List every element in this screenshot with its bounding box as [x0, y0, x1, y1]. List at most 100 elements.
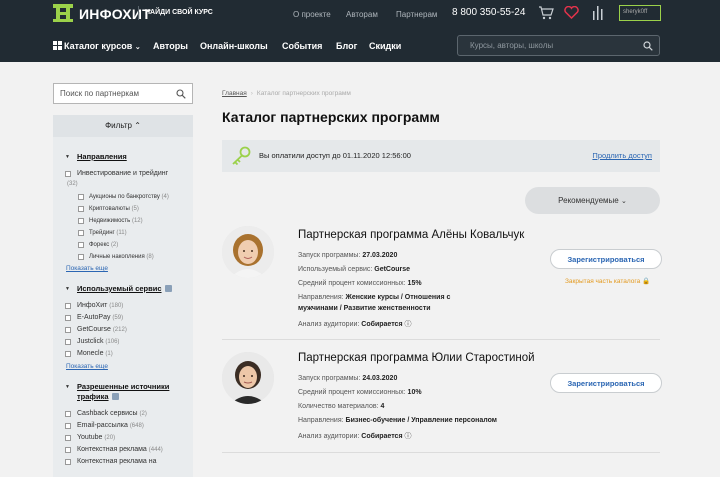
nav-catalog[interactable]: Каталог курсов ⌄ — [64, 41, 141, 51]
collapse-arrow-icon[interactable]: ▼ — [65, 286, 70, 292]
filter-services-label: Используемый сервис — [77, 284, 162, 293]
extend-access-link[interactable]: Продлить доступ — [592, 151, 652, 160]
filter-option[interactable]: E-AutoPay (59) — [77, 314, 123, 321]
checkbox[interactable] — [65, 171, 71, 177]
launch-date: 27.03.2020 — [362, 252, 398, 259]
filter-option[interactable]: Инвестирование и трейдинг — [77, 170, 168, 177]
checkbox[interactable] — [65, 435, 71, 441]
filter-option[interactable]: Контекстная реклама на — [77, 458, 157, 465]
logo-text[interactable]: ИНФОХИТ — [79, 6, 151, 22]
checkbox[interactable] — [65, 327, 71, 333]
checkbox[interactable] — [78, 230, 84, 236]
filter-option[interactable]: GetCourse (212) — [77, 326, 127, 333]
sort-label: Рекомендуемые — [558, 196, 619, 205]
checkbox[interactable] — [78, 242, 84, 248]
filter-option[interactable]: Youtube (20) — [77, 434, 115, 441]
checkbox[interactable] — [65, 423, 71, 429]
option-count: (59) — [112, 315, 124, 321]
checkbox[interactable] — [65, 351, 71, 357]
option-count: (2) — [139, 411, 147, 417]
service-label: Используемый сервис: — [298, 266, 373, 273]
checkbox[interactable] — [78, 206, 84, 212]
filter-option[interactable]: Email-рассылка (648) — [77, 422, 144, 429]
help-icon[interactable] — [164, 285, 172, 292]
checkbox[interactable] — [65, 315, 71, 321]
checkbox[interactable] — [78, 218, 84, 224]
option-count: (20) — [104, 435, 116, 441]
checkbox[interactable] — [78, 254, 84, 260]
nav-partners[interactable]: Партнерам — [396, 10, 437, 19]
breadcrumb-separator: › — [250, 90, 253, 97]
header-search-input[interactable]: Курсы, авторы, школы — [457, 35, 660, 56]
filter-option[interactable]: Контекстная реклама (444) — [77, 446, 163, 453]
sort-dropdown[interactable]: Рекомендуемые ⌄ — [525, 187, 660, 214]
launch-date: 24.03.2020 — [362, 375, 398, 382]
checkbox[interactable] — [78, 194, 84, 200]
filter-option[interactable]: Monecle (1) — [77, 350, 113, 357]
nav-authors-top[interactable]: Авторам — [346, 10, 378, 19]
audience-label: Анализ аудитории: — [298, 433, 360, 440]
register-button[interactable]: Зарегистрироваться — [550, 373, 662, 393]
avatar-photo — [222, 352, 274, 404]
filter-traffic-label: трафика — [77, 392, 109, 401]
option-label: E-AutoPay — [77, 314, 111, 321]
nav-events[interactable]: События — [282, 41, 322, 51]
favorites-heart-icon[interactable] — [564, 6, 579, 19]
stats-bars-icon[interactable] — [592, 5, 604, 20]
program-title[interactable]: Партнерская программа Юлии Старостиной — [298, 352, 535, 364]
checkbox[interactable] — [65, 303, 71, 309]
help-icon[interactable] — [111, 393, 119, 400]
option-label: Форекс — [89, 242, 110, 248]
avatar[interactable] — [222, 352, 274, 404]
show-more-link[interactable]: Показать еще — [66, 265, 108, 272]
register-button[interactable]: Зарегистрироваться — [550, 249, 662, 269]
option-count: (648) — [129, 423, 144, 429]
breadcrumb-home[interactable]: Главная — [222, 90, 247, 97]
top-header: ИНФОХИТ НАЙДИ СВОЙ КУРС О проекте Автора… — [0, 0, 720, 62]
show-more-link[interactable]: Показать еще — [66, 363, 108, 370]
filter-option[interactable]: Недвижимость (12) — [89, 218, 143, 224]
search-icon[interactable] — [176, 89, 186, 99]
checkbox[interactable] — [65, 339, 71, 345]
filter-option[interactable]: Аукционы по банкротству (4) — [89, 194, 169, 200]
filter-toggle[interactable]: Фильтр ⌃ — [53, 115, 193, 137]
info-icon[interactable]: ⓘ — [405, 321, 412, 328]
avatar[interactable] — [222, 226, 274, 278]
collapse-arrow-icon[interactable]: ▼ — [65, 384, 70, 390]
collapse-arrow-icon[interactable]: ▼ — [65, 154, 70, 160]
search-icon[interactable] — [643, 41, 653, 51]
nav-online-schools[interactable]: Онлайн-школы — [200, 41, 268, 51]
program-title[interactable]: Партнерская программа Алёны Ковальчук — [298, 229, 524, 241]
logo-icon[interactable] — [53, 4, 73, 22]
filter-option[interactable]: Cashback сервисы (2) — [77, 410, 147, 417]
cart-icon[interactable] — [538, 6, 554, 20]
phone-number[interactable]: 8 800 350-55-24 — [452, 7, 525, 18]
option-label: Криптовалюты — [89, 206, 130, 212]
info-icon[interactable]: ⓘ — [405, 433, 412, 440]
option-count: (180) — [109, 303, 124, 309]
filter-option[interactable]: Личные накопления (8) — [89, 254, 154, 260]
partner-search-input[interactable]: Поиск по партнеркам — [53, 83, 193, 104]
filter-services-title[interactable]: Используемый сервис — [77, 284, 172, 293]
filter-traffic-title[interactable]: Разрешенные источники — [77, 382, 169, 391]
nav-about[interactable]: О проекте — [293, 10, 331, 19]
filter-label: Фильтр — [105, 121, 132, 130]
nav-blog[interactable]: Блог — [336, 41, 357, 51]
filter-option[interactable]: Justclick (106) — [77, 338, 119, 345]
checkbox[interactable] — [65, 459, 71, 465]
launch-label: Запуск программы: — [298, 375, 361, 382]
filter-option[interactable]: Трейдинг (11) — [89, 230, 127, 236]
user-account-button[interactable]: sheryk0ff — [619, 5, 661, 21]
filter-option[interactable]: Форекс (2) — [89, 242, 118, 248]
nav-authors[interactable]: Авторы — [153, 41, 188, 51]
filter-directions-title[interactable]: Направления — [77, 152, 127, 161]
filter-traffic-title-cont[interactable]: трафика — [77, 392, 119, 401]
filter-option[interactable]: Криптовалюты (5) — [89, 206, 139, 212]
page-title: Каталог партнерских программ — [222, 109, 440, 125]
filter-option[interactable]: ИнфоХит (180) — [77, 302, 123, 309]
nav-discounts[interactable]: Скидки — [369, 41, 401, 51]
checkbox[interactable] — [65, 411, 71, 417]
audience-label: Анализ аудитории: — [298, 321, 360, 328]
option-label: Контекстная реклама на — [77, 458, 157, 465]
checkbox[interactable] — [65, 447, 71, 453]
